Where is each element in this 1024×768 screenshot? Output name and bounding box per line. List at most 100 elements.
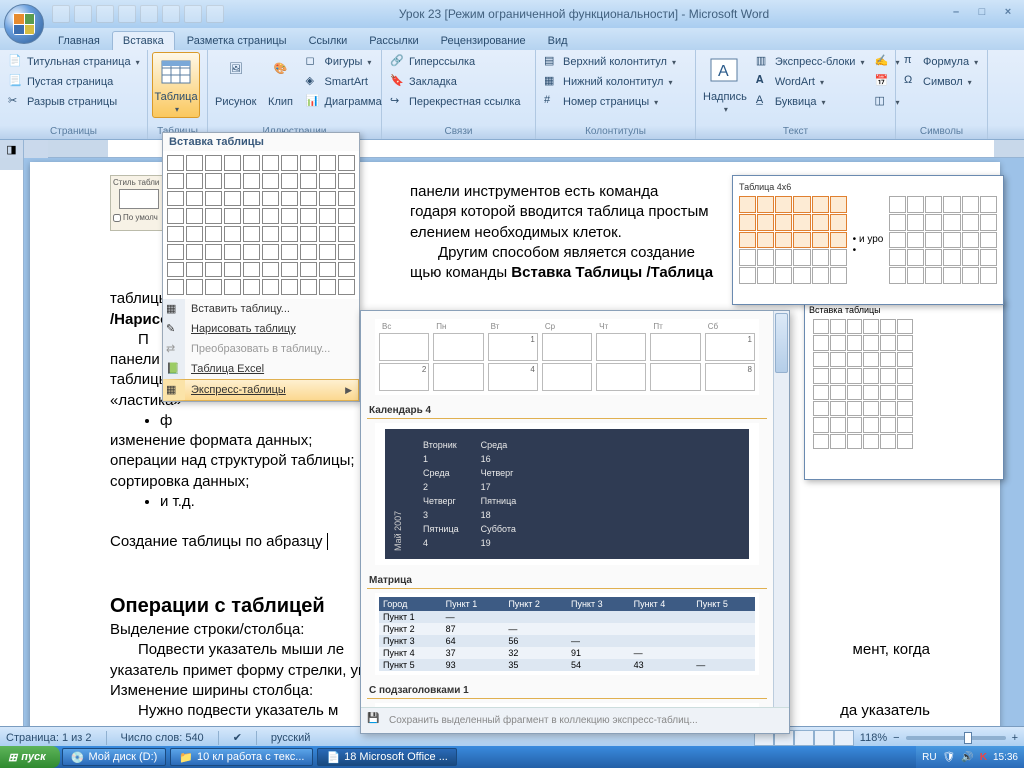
symbol-icon: Ω: [904, 74, 920, 90]
quickparts-button[interactable]: ▥Экспресс-блоки▾: [752, 52, 869, 72]
wordart-button[interactable]: 𝐀WordArt▾: [752, 72, 869, 92]
crossref-icon: ↪: [390, 94, 406, 110]
office-button[interactable]: [4, 4, 44, 44]
start-button[interactable]: ⊞пуск: [0, 746, 60, 768]
excel-icon: 📗: [166, 362, 182, 378]
cover-page-icon: 📄: [8, 54, 24, 70]
qat-btn[interactable]: [184, 5, 202, 23]
hyperlink-button[interactable]: 🔗Гиперссылка: [386, 52, 525, 72]
quickparts-icon: ▥: [756, 54, 772, 70]
close-button[interactable]: ×: [996, 6, 1020, 22]
dropcap-button[interactable]: A̲Буквица▾: [752, 92, 869, 112]
tab-references[interactable]: Ссылки: [299, 32, 358, 50]
qat-btn[interactable]: [162, 5, 180, 23]
pencil-icon: ✎: [166, 322, 182, 338]
tray-icon[interactable]: 🔊: [961, 752, 973, 763]
footer-button[interactable]: ▦Нижний колонтитул▾: [540, 72, 680, 92]
quick-table-calendar4[interactable]: Май 2007 ВторникСреда 116 СредаЧетверг 2…: [375, 423, 759, 565]
tab-mailings[interactable]: Рассылки: [359, 32, 428, 50]
qat-redo[interactable]: [96, 5, 114, 23]
vertical-ruler[interactable]: [0, 158, 24, 726]
zoom-out-button[interactable]: −: [893, 732, 899, 744]
quick-tables-scrollbar[interactable]: [773, 311, 789, 707]
window-title: Урок 23 [Режим ограниченной функциональн…: [224, 7, 944, 21]
clipart-button[interactable]: 🎨Клип: [262, 52, 300, 118]
page-break-button[interactable]: ✂Разрыв страницы: [4, 92, 144, 112]
convert-icon: ⇄: [166, 342, 182, 358]
taskbar-item[interactable]: 📁 10 кл работа с текс...: [170, 748, 313, 766]
smartart-button[interactable]: ◈SmartArt: [302, 72, 386, 92]
quicktable-icon: ▦: [166, 383, 182, 399]
minimize-button[interactable]: –: [944, 6, 968, 22]
tray-icon[interactable]: K: [980, 752, 987, 763]
status-words[interactable]: Число слов: 540: [121, 732, 204, 744]
table-button[interactable]: Таблица▾: [152, 52, 200, 118]
object-icon: ◫: [874, 94, 890, 110]
chart-button[interactable]: 📊Диаграмма: [302, 92, 386, 112]
zoom-in-button[interactable]: +: [1012, 732, 1018, 744]
draw-table-item[interactable]: ✎Нарисовать таблицу: [163, 319, 359, 339]
qat-save[interactable]: [52, 5, 70, 23]
quick-table-matrix[interactable]: ГородПункт 1Пункт 2Пункт 3Пункт 4Пункт 5…: [375, 593, 759, 675]
maximize-button[interactable]: □: [970, 6, 994, 22]
zoom-slider[interactable]: [906, 736, 1006, 740]
ruler-corner[interactable]: ◨: [0, 140, 24, 158]
tab-home[interactable]: Главная: [48, 32, 110, 50]
page-break-icon: ✂: [8, 94, 24, 110]
hyperlink-icon: 🔗: [390, 54, 406, 70]
header-button[interactable]: ▤Верхний колонтитул▾: [540, 52, 680, 72]
shapes-button[interactable]: ◻Фигуры▾: [302, 52, 386, 72]
status-proof-icon[interactable]: ✔: [233, 731, 242, 744]
sig-icon: ✍: [874, 54, 890, 70]
qat-undo[interactable]: [74, 5, 92, 23]
system-tray[interactable]: RU 🛡 🔊 K 15:36: [916, 746, 1024, 768]
insert-table-item[interactable]: ▦Вставить таблицу...: [163, 299, 359, 319]
status-language[interactable]: русский: [271, 732, 310, 744]
ribbon: 📄Титульная страница▾ 📃Пустая страница ✂Р…: [0, 50, 1024, 140]
titlebar: Урок 23 [Режим ограниченной функциональн…: [0, 0, 1024, 28]
blank-page-button[interactable]: 📃Пустая страница: [4, 72, 144, 92]
symbol-button[interactable]: ΩСимвол▾: [900, 72, 982, 92]
tab-view[interactable]: Вид: [538, 32, 578, 50]
cover-page-button[interactable]: 📄Титульная страница▾: [4, 52, 144, 72]
table-dropdown-menu: Вставка таблицы ▦Вставить таблицу... ✎На…: [162, 132, 360, 402]
qat-more[interactable]: [206, 5, 224, 23]
equation-button[interactable]: πФормула▾: [900, 52, 982, 72]
textbox-button[interactable]: AНадпись▾: [700, 52, 750, 118]
tray-icon[interactable]: 🛡: [943, 752, 956, 763]
picture-button[interactable]: 🖼Рисунок: [212, 52, 260, 118]
bookmark-button[interactable]: 🔖Закладка: [386, 72, 525, 92]
smartart-icon: ◈: [306, 74, 322, 90]
picture-icon: 🖼: [220, 62, 252, 94]
default-checkbox[interactable]: [113, 214, 121, 222]
qat-btn[interactable]: [118, 5, 136, 23]
save-gallery-item: Сохранить выделенный фрагмент в коллекци…: [389, 715, 698, 726]
crossref-button[interactable]: ↪Перекрестная ссылка: [386, 92, 525, 112]
tab-review[interactable]: Рецензирование: [431, 32, 536, 50]
tab-insert[interactable]: Вставка: [112, 31, 175, 50]
dropcap-icon: A̲: [756, 94, 772, 110]
table-icon: [160, 57, 192, 89]
tab-pagelayout[interactable]: Разметка страницы: [177, 32, 297, 50]
preview-insert-table: Вставка таблицы: [804, 300, 1004, 480]
quick-tables-item[interactable]: ▦Экспресс-таблицы▶: [163, 379, 359, 401]
taskbar-item[interactable]: 📄 18 Microsoft Office ...: [317, 748, 456, 766]
bookmark-icon: 🔖: [390, 74, 406, 90]
clipart-icon: 🎨: [265, 62, 297, 94]
zoom-label[interactable]: 118%: [860, 732, 887, 744]
qat-btn[interactable]: [140, 5, 158, 23]
preview-table-4x6: Таблица 4x6 • и уро•: [732, 175, 1004, 305]
pagenum-button[interactable]: #Номер страницы▾: [540, 92, 680, 112]
taskbar-item[interactable]: 💿 Мой диск (D:): [62, 748, 167, 766]
quick-table-calendar3[interactable]: Вс Пн Вт1 Ср Чт Пт Сб1 2 4 8: [375, 319, 759, 395]
status-page[interactable]: Страница: 1 из 2: [6, 732, 92, 744]
insert-table-grid[interactable]: [163, 151, 359, 299]
equation-icon: π: [904, 54, 920, 70]
wordart-icon: 𝐀: [756, 74, 772, 90]
windows-taskbar: ⊞пуск 💿 Мой диск (D:) 📁 10 кл работа с т…: [0, 746, 1024, 768]
tray-clock[interactable]: 15:36: [993, 752, 1018, 763]
svg-text:A: A: [718, 63, 729, 80]
excel-table-item[interactable]: 📗Таблица Excel: [163, 359, 359, 379]
table-style-preview: Стиль табли По умолч: [110, 175, 168, 231]
textbox-icon: A: [709, 57, 741, 89]
